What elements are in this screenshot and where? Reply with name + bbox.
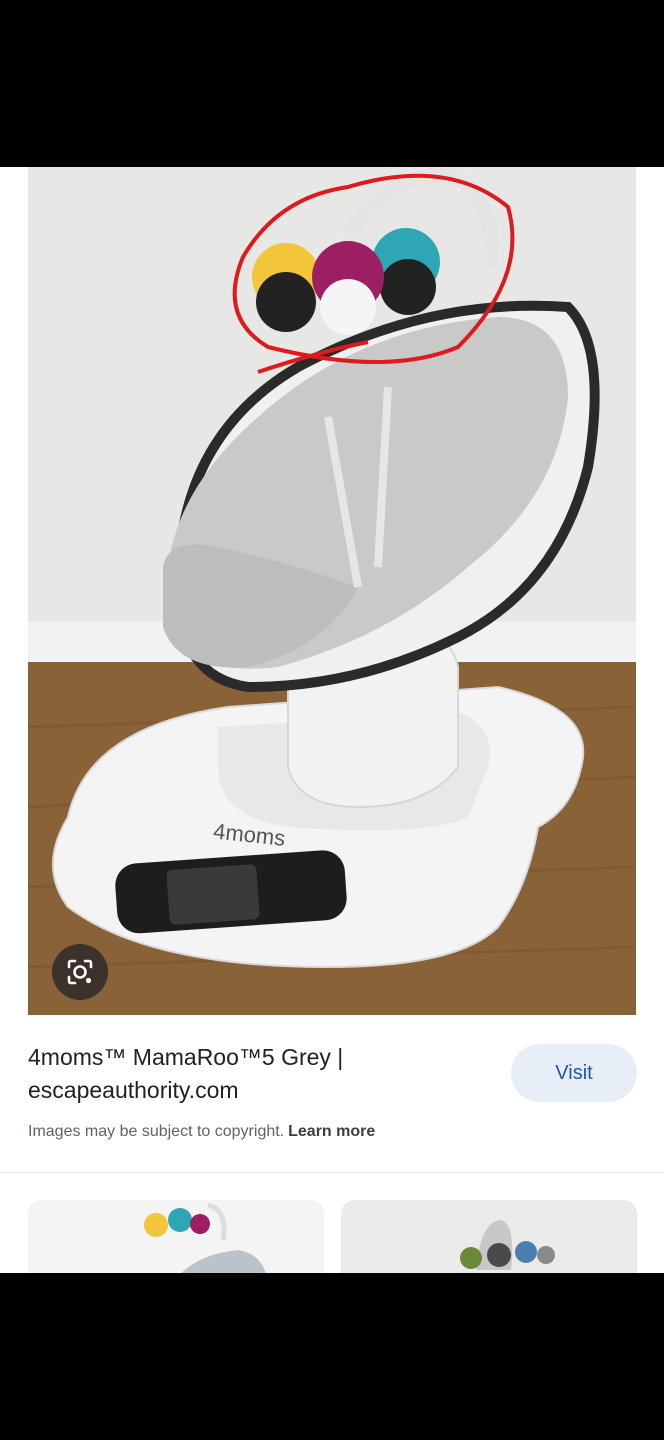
google-lens-button[interactable]: [52, 944, 108, 1000]
learn-more-link[interactable]: Learn more: [288, 1123, 375, 1140]
result-caption: 4moms™ MamaRoo™5 Grey | escapeauthority.…: [0, 1015, 664, 1173]
result-source-domain: escapeauthority.com: [28, 1077, 239, 1103]
visit-button[interactable]: Visit: [511, 1044, 637, 1102]
copyright-text: Images may be subject to copyright.: [28, 1123, 285, 1140]
related-image-thumbnail[interactable]: [341, 1200, 637, 1273]
google-lens-icon: [65, 957, 95, 987]
result-title[interactable]: 4moms™ MamaRoo™5 Grey | escapeauthority.…: [28, 1041, 478, 1107]
related-image-2: [341, 1200, 637, 1273]
image-viewer: 4moms 4moms™ MamaRoo™5 Grey | escapeauth…: [0, 167, 664, 1273]
divider: [0, 1172, 664, 1173]
result-title-line1: 4moms™ MamaRoo™5 Grey |: [28, 1044, 344, 1070]
product-image[interactable]: 4moms: [28, 167, 636, 1015]
related-image-thumbnail[interactable]: [28, 1200, 324, 1273]
related-image-1: [28, 1200, 324, 1273]
copyright-notice: Images may be subject to copyright. Learn…: [28, 1123, 375, 1141]
mamaroo-photo: 4moms: [28, 167, 636, 1015]
